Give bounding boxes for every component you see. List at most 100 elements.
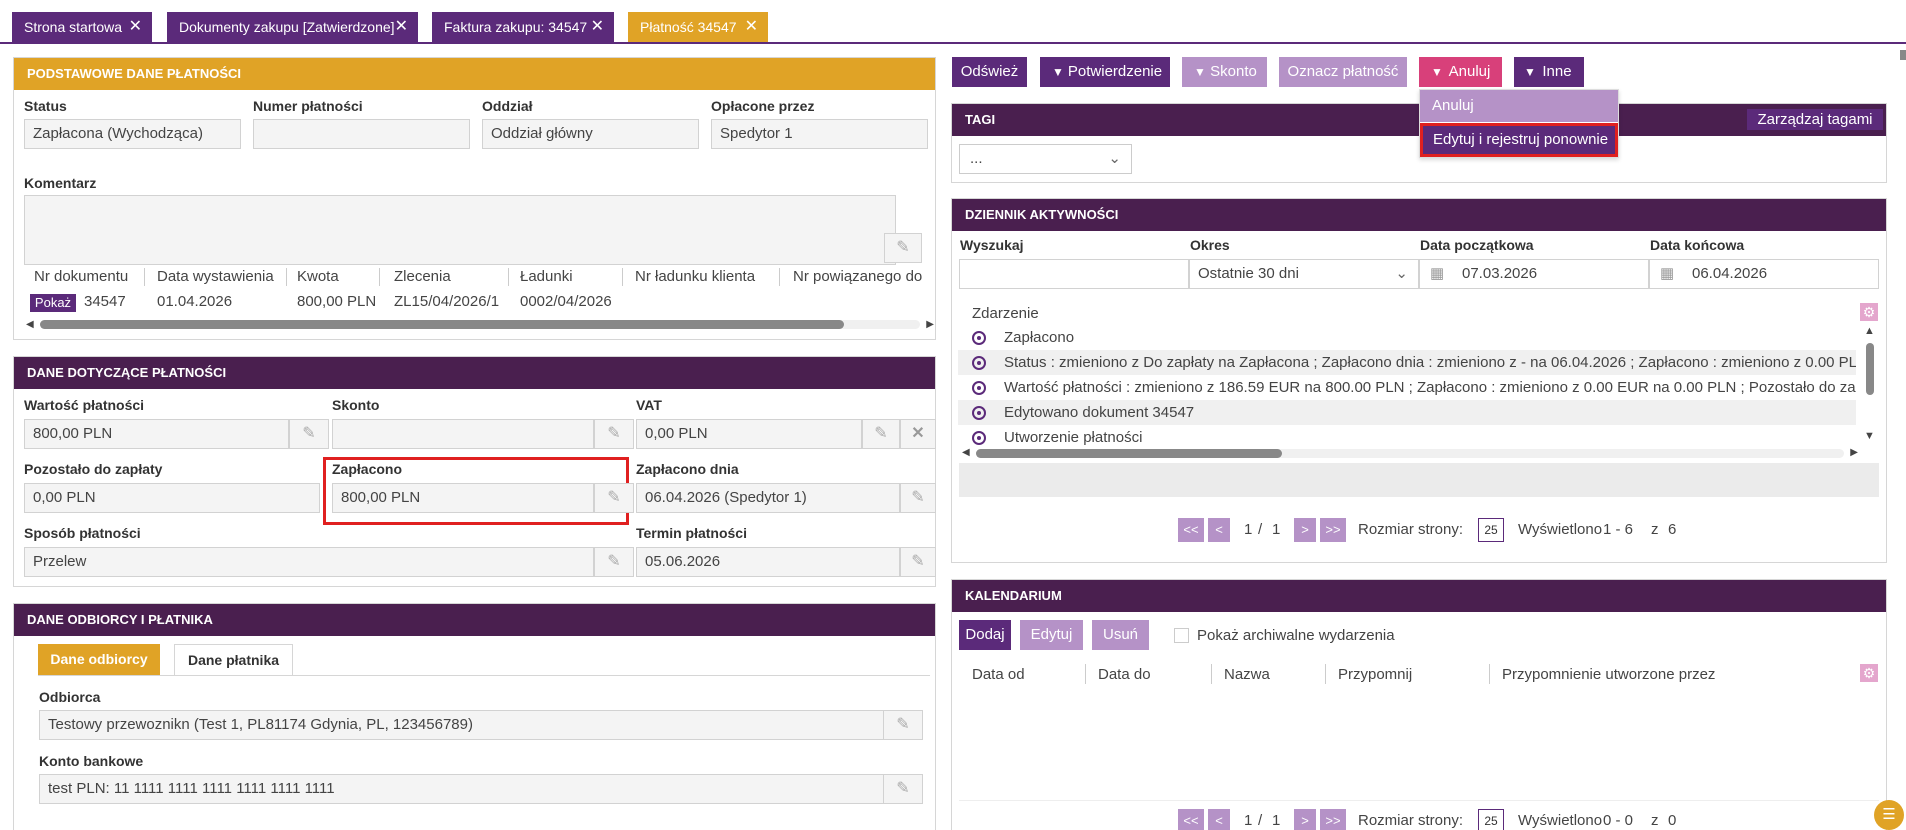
- next-page-button[interactable]: >: [1294, 518, 1316, 542]
- clear-icon[interactable]: ✕: [900, 419, 936, 449]
- tab-recipient-data[interactable]: Dane odbiorcy: [38, 644, 160, 675]
- page-total: 1: [1272, 521, 1281, 538]
- horizontal-scrollbar[interactable]: ◀ ▶: [24, 317, 936, 331]
- end-date-field[interactable]: ▦ 06.04.2026: [1649, 259, 1879, 289]
- page-current: 1: [1244, 521, 1253, 538]
- bank-account-field[interactable]: test PLN: 11 1111 1111 1111 1111 1111 11…: [39, 774, 884, 804]
- vat-field[interactable]: 0,00 PLN: [636, 419, 862, 449]
- discount-button[interactable]: ▼ Skonto: [1182, 57, 1267, 87]
- recipient-panel: DANE ODBIORCY I PŁATNIKA Dane odbiorcy D…: [13, 603, 936, 830]
- other-button[interactable]: ▼ Inne: [1514, 57, 1584, 87]
- page-scrollbar[interactable]: [1900, 50, 1906, 60]
- scroll-thumb[interactable]: [1866, 343, 1874, 395]
- paid-by-field[interactable]: Spedytor 1: [711, 119, 928, 149]
- tab-home[interactable]: Strona startowa ✕: [12, 12, 152, 42]
- prev-page-button[interactable]: <: [1208, 518, 1230, 542]
- payment-number-field[interactable]: [253, 119, 470, 149]
- tags-select-value: ...: [970, 150, 983, 167]
- close-icon[interactable]: ✕: [591, 12, 604, 42]
- scroll-right-icon[interactable]: ▶: [1850, 447, 1858, 458]
- end-date-value: 06.04.2026: [1692, 265, 1768, 282]
- scroll-left-icon[interactable]: ◀: [26, 319, 34, 330]
- discount-field[interactable]: [332, 419, 594, 449]
- discount-label: Skonto: [1210, 63, 1257, 80]
- edit-button[interactable]: Edytuj: [1020, 620, 1083, 650]
- archive-checkbox[interactable]: [1174, 628, 1189, 643]
- event-icon: [972, 406, 986, 420]
- mark-payment-button[interactable]: Oznacz płatność: [1279, 57, 1407, 87]
- scroll-left-icon[interactable]: ◀: [962, 447, 970, 458]
- edit-icon[interactable]: ✎: [900, 483, 936, 513]
- shown-of: z: [1651, 521, 1659, 538]
- recipient-field[interactable]: Testowy przewoznikn (Test 1, PL81174 Gdy…: [39, 710, 884, 740]
- page-total: 1: [1272, 812, 1281, 829]
- gear-icon[interactable]: ⚙: [1860, 303, 1878, 321]
- chat-icon[interactable]: ☰: [1874, 800, 1904, 830]
- confirmation-button[interactable]: ▼ Potwierdzenie: [1040, 57, 1170, 87]
- scroll-up-icon[interactable]: ▲: [1864, 325, 1875, 337]
- close-icon[interactable]: ✕: [745, 12, 758, 42]
- remaining-field[interactable]: 0,00 PLN: [24, 483, 320, 513]
- list-item[interactable]: Zapłacono: [958, 325, 1856, 350]
- horizontal-scrollbar[interactable]: ◀ ▶: [960, 446, 1860, 460]
- dropdown-edit-reregister-item[interactable]: Edytuj i rejestruj ponownie: [1420, 123, 1618, 157]
- close-icon[interactable]: ✕: [395, 12, 408, 42]
- paid-date-field[interactable]: 06.04.2026 (Spedytor 1): [636, 483, 900, 513]
- cell-issue-date: 01.04.2026: [157, 293, 233, 310]
- dropdown-cancel-item[interactable]: Anuluj: [1420, 90, 1618, 122]
- last-page-button[interactable]: >>: [1320, 518, 1346, 542]
- cancel-button[interactable]: ▼ Anuluj: [1419, 57, 1502, 87]
- edit-icon[interactable]: ✎: [862, 419, 900, 449]
- edit-icon[interactable]: ✎: [900, 547, 936, 577]
- edit-icon[interactable]: ✎: [883, 774, 923, 804]
- search-input[interactable]: [959, 259, 1189, 289]
- col-date-from: Data od: [972, 666, 1025, 683]
- refresh-button[interactable]: Odśwież: [952, 57, 1027, 87]
- edit-icon[interactable]: ✎: [594, 547, 634, 577]
- calendar-icon[interactable]: ▦: [1660, 260, 1674, 288]
- list-item[interactable]: Edytowano dokument 34547: [958, 400, 1856, 425]
- manage-tags-button[interactable]: Zarządzaj tagami: [1747, 109, 1883, 130]
- tab-payer-data[interactable]: Dane płatnika: [174, 644, 293, 675]
- prev-page-button[interactable]: <: [1208, 809, 1230, 830]
- list-item[interactable]: Status : zmieniono z Do zapłaty na Zapła…: [958, 350, 1856, 375]
- calendar-icon[interactable]: ▦: [1430, 260, 1444, 288]
- gear-icon[interactable]: ⚙: [1860, 664, 1878, 682]
- start-date-field[interactable]: ▦ 07.03.2026: [1419, 259, 1649, 289]
- next-page-button[interactable]: >: [1294, 809, 1316, 830]
- tab-payment[interactable]: Płatność 34547 ✕: [628, 12, 768, 42]
- tags-select[interactable]: ... ⌄: [959, 144, 1132, 174]
- period-select[interactable]: Ostatnie 30 dni ⌄: [1189, 259, 1419, 289]
- shown-range: 1 - 6: [1603, 521, 1634, 538]
- branch-field[interactable]: Oddział główny: [482, 119, 699, 149]
- tab-purchase-invoice[interactable]: Faktura zakupu: 34547 ✕: [432, 12, 614, 42]
- col-date-to: Data do: [1098, 666, 1151, 683]
- first-page-button[interactable]: <<: [1178, 809, 1204, 830]
- payment-term-field[interactable]: 05.06.2026: [636, 547, 900, 577]
- list-item[interactable]: Wartość płatności : zmieniono z 186.59 E…: [958, 375, 1856, 400]
- vertical-scrollbar[interactable]: ▲ ▼: [1863, 325, 1877, 445]
- edit-icon[interactable]: ✎: [594, 483, 634, 513]
- comment-field[interactable]: [24, 195, 896, 265]
- last-page-button[interactable]: >>: [1320, 809, 1346, 830]
- paid-field[interactable]: 800,00 PLN: [332, 483, 594, 513]
- close-icon[interactable]: ✕: [129, 12, 142, 42]
- edit-icon[interactable]: ✎: [594, 419, 634, 449]
- page-size-input[interactable]: 25: [1478, 809, 1504, 830]
- edit-icon[interactable]: ✎: [883, 710, 923, 740]
- payment-method-field[interactable]: Przelew: [24, 547, 594, 577]
- scroll-thumb[interactable]: [976, 449, 1282, 458]
- first-page-button[interactable]: <<: [1178, 518, 1204, 542]
- status-field[interactable]: Zapłacona (Wychodząca): [24, 119, 241, 149]
- edit-icon[interactable]: ✎: [289, 419, 329, 449]
- add-button[interactable]: Dodaj: [959, 620, 1011, 650]
- show-button[interactable]: Pokaż: [30, 294, 76, 312]
- delete-button[interactable]: Usuń: [1092, 620, 1149, 650]
- edit-icon[interactable]: ✎: [884, 233, 922, 263]
- scroll-thumb[interactable]: [40, 320, 844, 329]
- page-size-input[interactable]: 25: [1478, 518, 1504, 542]
- tab-purchase-documents[interactable]: Dokumenty zakupu [Zatwierdzone] ✕: [167, 12, 418, 42]
- scroll-down-icon[interactable]: ▼: [1864, 430, 1875, 442]
- scroll-right-icon[interactable]: ▶: [926, 319, 934, 330]
- payment-value-field[interactable]: 800,00 PLN: [24, 419, 289, 449]
